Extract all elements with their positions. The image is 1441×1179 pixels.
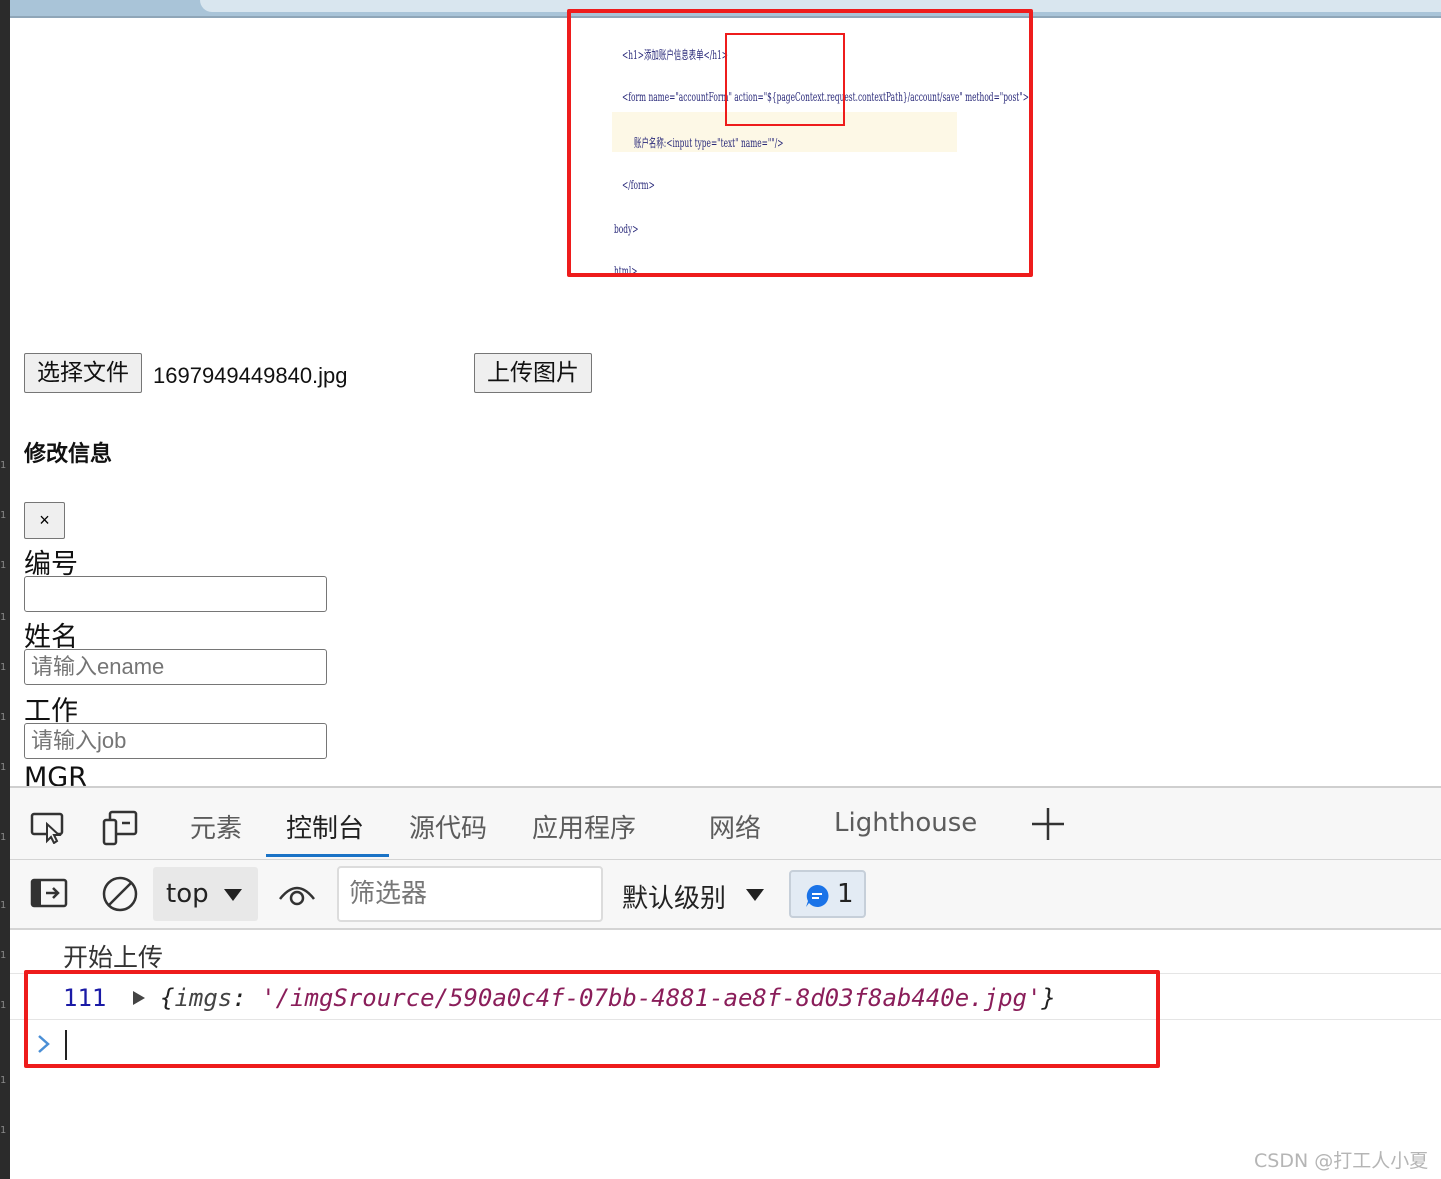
- console-message-text: 开始上传: [63, 943, 164, 972]
- console-filter[interactable]: [337, 866, 603, 922]
- tab-lighthouse[interactable]: Lighthouse: [834, 808, 977, 838]
- field-label-mgr: MGR: [24, 762, 87, 786]
- tab-console[interactable]: 控制台: [286, 808, 364, 845]
- message-count: 1: [837, 879, 854, 909]
- choose-file-button[interactable]: 选择文件: [24, 353, 142, 393]
- watermark: CSDN @打工人小夏: [1254, 1150, 1429, 1172]
- devtools-tab-bar: 元素 控制台 源代码 应用程序 网络 Lighthouse: [10, 788, 1441, 860]
- close-button[interactable]: ×: [24, 502, 65, 539]
- form-heading: 修改信息: [24, 442, 113, 467]
- tab-application[interactable]: 应用程序: [532, 808, 636, 845]
- annotation-box-action: [725, 33, 845, 126]
- selected-file-name: 1697949449840.jpg: [153, 363, 348, 388]
- inspect-element-icon[interactable]: [30, 810, 68, 848]
- active-tab-indicator: [266, 854, 389, 857]
- context-selector[interactable]: top: [153, 867, 258, 921]
- live-expression-eye-icon[interactable]: [278, 879, 316, 913]
- ename-input[interactable]: [24, 649, 327, 685]
- sidebar-toggle-icon[interactable]: [30, 878, 68, 912]
- job-input[interactable]: [24, 723, 327, 759]
- message-bubble-icon: [805, 884, 829, 912]
- level-chevron-down-icon: [745, 887, 765, 906]
- chevron-down-icon: [223, 887, 243, 906]
- tab-sources[interactable]: 源代码: [409, 808, 487, 845]
- device-toolbar-icon[interactable]: [102, 810, 138, 850]
- add-tab-icon[interactable]: [1030, 806, 1066, 846]
- upload-image-button[interactable]: 上传图片: [474, 353, 592, 393]
- console-message: 开始上传: [10, 930, 1441, 974]
- annotation-box-console: [24, 970, 1160, 1068]
- filter-input[interactable]: [339, 868, 601, 920]
- background-editor-strip: 111 111 111 111 1: [0, 0, 10, 1179]
- console-toolbar: top 默认级别 1: [10, 860, 1441, 930]
- tab-network[interactable]: 网络: [709, 808, 761, 845]
- clear-console-icon[interactable]: [101, 875, 139, 917]
- id-input[interactable]: [24, 576, 327, 612]
- message-count-badge[interactable]: 1: [789, 870, 866, 918]
- log-level-selector[interactable]: 默认级别: [622, 878, 726, 915]
- context-selector-value: top: [166, 879, 209, 909]
- tab-elements[interactable]: 元素: [190, 808, 242, 845]
